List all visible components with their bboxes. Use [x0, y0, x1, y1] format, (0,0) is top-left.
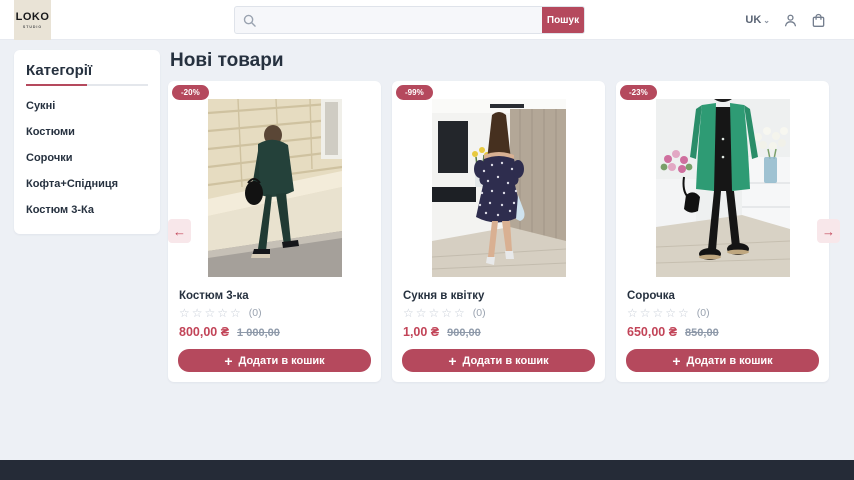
language-label: UK [745, 14, 761, 26]
add-to-cart-button[interactable]: + Додати в кошик [178, 349, 371, 372]
product-card: -23% [616, 81, 829, 382]
chevron-down-icon: ⌄ [763, 16, 770, 25]
sidebar-item-kostyumy[interactable]: Костюми [26, 126, 148, 138]
search-icon [235, 7, 263, 33]
add-to-cart-label: Додати в кошик [687, 355, 773, 367]
price-old: 850,00 [685, 327, 719, 339]
product-name[interactable]: Сукня в квітку [403, 290, 594, 302]
logo[interactable]: LOKO STUDIO [14, 0, 51, 40]
sidebar-item-kofta-spidnytsya[interactable]: Кофта+Спідниця [26, 178, 148, 190]
sidebar-item-sorochky[interactable]: Сорочки [26, 152, 148, 164]
sidebar-item-kostyum-3ka[interactable]: Костюм 3-Ка [26, 204, 148, 216]
product-image[interactable] [432, 99, 566, 277]
add-to-cart-label: Додати в кошик [239, 355, 325, 367]
product-info: Сорочка ☆☆☆☆☆ (0) 650,00 ₴ 850,00 [616, 290, 829, 339]
categories-divider [26, 84, 148, 86]
logo-subtitle: STUDIO [23, 25, 42, 29]
product-card: -99% [392, 81, 605, 382]
rating-count: (0) [473, 307, 486, 319]
product-card: -20% [168, 81, 381, 382]
product-price-row: 1,00 ₴ 900,00 [403, 325, 594, 339]
categories-title: Категорії [26, 62, 148, 79]
main-section: Нові товари ← → -20% [168, 50, 840, 382]
account-icon[interactable] [782, 12, 798, 28]
carousel-prev-button[interactable]: ← [168, 219, 191, 243]
plus-icon: + [672, 354, 680, 368]
product-name[interactable]: Сорочка [627, 290, 818, 302]
price-old: 1 000,00 [237, 327, 280, 339]
search-button[interactable]: Пошук [542, 7, 584, 33]
product-image[interactable] [656, 99, 790, 277]
product-image[interactable] [208, 99, 342, 277]
price-old: 900,00 [447, 327, 481, 339]
search-input[interactable] [263, 7, 542, 33]
product-rating: ☆☆☆☆☆ (0) [627, 307, 818, 319]
price-current: 650,00 ₴ [627, 325, 677, 339]
plus-icon: + [224, 354, 232, 368]
cart-icon[interactable] [810, 12, 826, 28]
add-to-cart-label: Додати в кошик [463, 355, 549, 367]
price-current: 800,00 ₴ [179, 325, 229, 339]
product-price-row: 800,00 ₴ 1 000,00 [179, 325, 370, 339]
search-bar: Пошук [234, 6, 585, 34]
star-rating-icons: ☆☆☆☆☆ [627, 307, 691, 319]
price-current: 1,00 ₴ [403, 325, 439, 339]
header: LOKO STUDIO Пошук UK ⌄ [0, 0, 854, 40]
product-info: Костюм 3-ка ☆☆☆☆☆ (0) 800,00 ₴ 1 000,00 [168, 290, 381, 339]
discount-badge: -20% [172, 85, 209, 100]
header-actions: UK ⌄ [745, 0, 826, 40]
logo-title: LOKO [16, 12, 50, 23]
star-rating-icons: ☆☆☆☆☆ [403, 307, 467, 319]
sidebar-item-sukni[interactable]: Сукні [26, 100, 148, 112]
product-name[interactable]: Костюм 3-ка [179, 290, 370, 302]
product-rating: ☆☆☆☆☆ (0) [403, 307, 594, 319]
plus-icon: + [448, 354, 456, 368]
categories-sidebar: Категорії Сукні Костюми Сорочки Кофта+Сп… [14, 50, 160, 234]
product-carousel: ← → -20% [168, 81, 840, 382]
carousel-next-button[interactable]: → [817, 219, 840, 243]
add-to-cart-button[interactable]: + Додати в кошик [626, 349, 819, 372]
language-selector[interactable]: UK ⌄ [745, 14, 770, 26]
discount-badge: -23% [620, 85, 657, 100]
content: Категорії Сукні Костюми Сорочки Кофта+Сп… [0, 40, 854, 382]
rating-count: (0) [249, 307, 262, 319]
rating-count: (0) [697, 307, 710, 319]
footer [0, 460, 854, 480]
add-to-cart-button[interactable]: + Додати в кошик [402, 349, 595, 372]
product-rating: ☆☆☆☆☆ (0) [179, 307, 370, 319]
star-rating-icons: ☆☆☆☆☆ [179, 307, 243, 319]
product-info: Сукня в квітку ☆☆☆☆☆ (0) 1,00 ₴ 900,00 [392, 290, 605, 339]
discount-badge: -99% [396, 85, 433, 100]
page-title: Нові товари [170, 50, 840, 72]
product-price-row: 650,00 ₴ 850,00 [627, 325, 818, 339]
